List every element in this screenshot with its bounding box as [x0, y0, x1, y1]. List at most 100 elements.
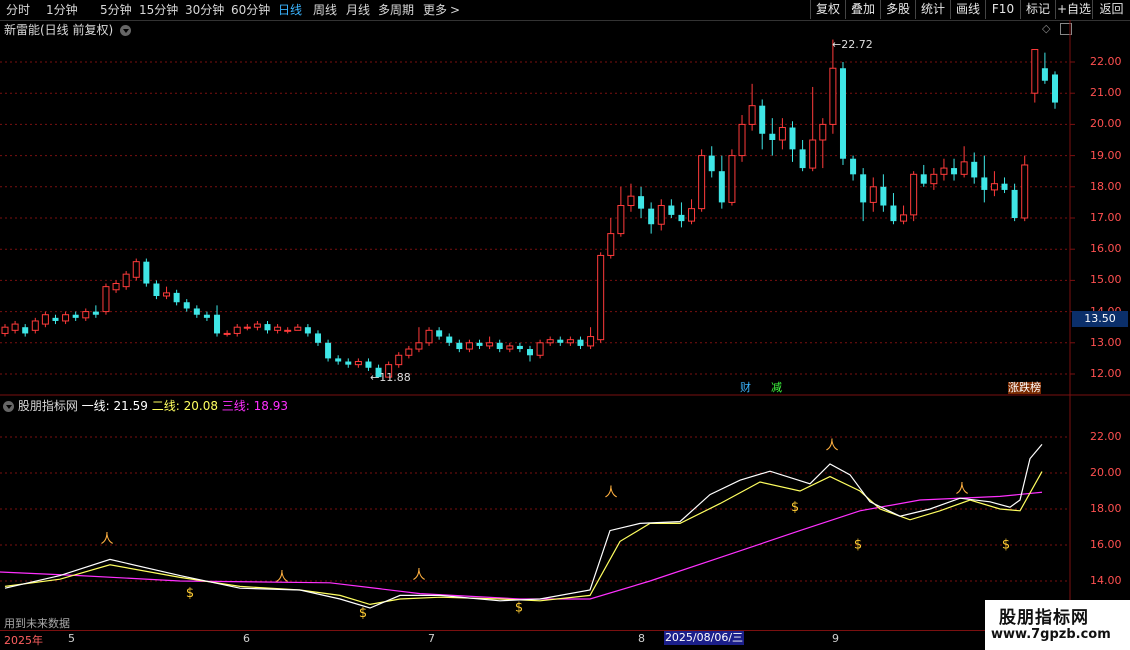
x-label-may: 5 — [68, 632, 75, 645]
finance-badge[interactable]: 财 — [740, 382, 751, 394]
limit-list-badge[interactable]: 涨跌榜 — [1008, 382, 1041, 394]
candle-body — [92, 311, 99, 315]
candle-body — [900, 214, 908, 222]
down-candle — [173, 289, 180, 306]
up-candle — [395, 352, 403, 368]
down-candle — [496, 339, 503, 353]
up-candle — [566, 336, 574, 346]
watermark: 股朋指标网 www.7gpzb.com — [985, 600, 1130, 650]
candle-body — [496, 342, 503, 350]
up-candle — [778, 118, 786, 150]
down-candle — [920, 164, 927, 187]
down-candle — [1052, 71, 1058, 109]
candle-body — [163, 292, 171, 297]
price-axis-label: 21.00 — [1090, 86, 1122, 100]
candle-body — [122, 273, 130, 288]
down-candle — [678, 202, 685, 228]
candle-body — [920, 174, 927, 184]
price-axis-label: 12.00 — [1090, 367, 1122, 380]
down-candle — [1041, 52, 1048, 84]
candle-body — [698, 155, 706, 210]
candle-body — [446, 336, 453, 343]
money-bag-icon: $ — [1002, 538, 1010, 553]
up-candle — [132, 258, 140, 281]
candle-body — [748, 105, 756, 125]
candle-body — [981, 177, 988, 190]
watermark-title: 股朋指标网 — [999, 608, 1089, 628]
price-axis-label: 19.00 — [1090, 148, 1122, 162]
up-candle — [11, 320, 19, 334]
candle-body — [799, 149, 806, 169]
up-candle — [900, 205, 908, 225]
candle-body — [274, 326, 282, 331]
candle-body — [708, 155, 715, 172]
up-candle — [1, 324, 9, 337]
candle-body — [132, 261, 140, 278]
candle-body — [930, 173, 938, 185]
candle-body — [536, 342, 544, 356]
kline-chart[interactable]: 人人 人人人人$$$$ $$ — [0, 0, 1130, 650]
x-label-sep: 9 — [832, 632, 839, 645]
candle-body — [62, 314, 70, 322]
candle-body — [577, 339, 584, 346]
candle-body — [546, 339, 554, 344]
down-candle — [325, 339, 332, 362]
candle-body — [41, 314, 49, 325]
up-candle — [233, 324, 241, 337]
up-candle — [82, 308, 90, 321]
indicator-title: 股朋指标网 一线: 21.59 二线: 20.08 三线: 18.93 — [0, 398, 288, 414]
up-candle — [546, 336, 554, 346]
price-axis-label: 16.00 — [1090, 242, 1122, 256]
up-candle — [990, 171, 998, 197]
candle-body — [31, 320, 39, 331]
up-candle — [415, 327, 423, 353]
up-candle — [809, 86, 817, 172]
x-label-aug: 8 — [638, 632, 645, 645]
reduce-badge[interactable]: 减 — [771, 382, 782, 394]
up-candle — [284, 327, 292, 334]
candle-body — [718, 171, 725, 203]
candle-body — [193, 308, 200, 315]
line3-label: 三线: — [221, 399, 250, 413]
down-candle — [193, 305, 200, 318]
up-candle — [738, 115, 746, 162]
money-bag-icon: $ — [854, 538, 862, 553]
up-candle — [597, 252, 605, 343]
indicator-dropdown-icon[interactable] — [3, 401, 14, 412]
candle-body — [527, 349, 533, 356]
up-candle — [688, 199, 696, 225]
line1-curve — [4, 443, 1043, 609]
down-candle — [860, 168, 867, 222]
x-label-jul: 7 — [428, 632, 435, 645]
up-candle — [506, 342, 514, 353]
down-candle — [759, 99, 766, 150]
candle-body — [395, 354, 403, 366]
candle-body — [516, 345, 523, 350]
candle-body — [869, 186, 877, 203]
line2-label: 二线: — [151, 399, 180, 413]
up-candle — [819, 118, 827, 169]
price-axis-label: 22.00 — [1090, 55, 1122, 68]
up-candle — [465, 339, 473, 353]
up-candle — [607, 218, 615, 259]
candle-body — [314, 333, 321, 343]
line3-curve — [0, 491, 1043, 600]
buy-signal-icon: 人 — [275, 570, 288, 585]
down-candle — [304, 324, 311, 337]
money-bag-icon: $ — [359, 606, 367, 621]
candle-body — [607, 233, 615, 256]
up-candle — [294, 324, 302, 331]
down-candle — [456, 339, 463, 353]
down-candle — [203, 311, 210, 321]
price-axis-label: 17.00 — [1090, 211, 1122, 224]
down-candle — [850, 155, 857, 181]
candle-body — [1021, 164, 1029, 219]
candle-body — [809, 139, 817, 169]
indicator-axis-label: 16.00 — [1090, 538, 1122, 551]
up-candle — [122, 271, 130, 290]
high-price-annotation: ←22.72 — [832, 38, 873, 51]
candle-body — [617, 205, 625, 235]
buy-signal-icon: 人 — [100, 532, 113, 547]
cursor-date: 2025/08/06/三 — [664, 631, 744, 645]
down-candle — [1001, 177, 1008, 194]
